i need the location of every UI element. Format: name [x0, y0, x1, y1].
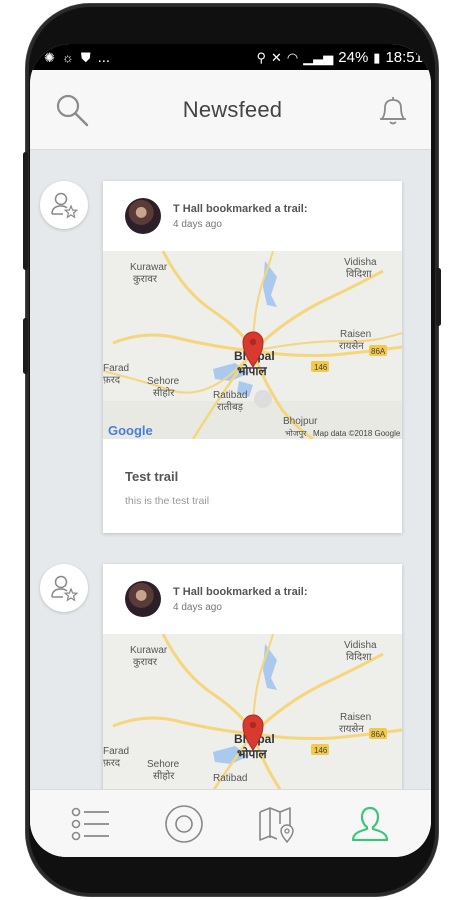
activity-text: T Hall bookmarked a trail:: [173, 202, 308, 215]
trail-map[interactable]: 146 86A Kurawar कुरावर Vidisha विदिशा Ra…: [103, 251, 402, 439]
card-header: T Hall bookmarked a trail: 4 days ago: [103, 564, 402, 634]
status-more: ...: [97, 48, 111, 66]
status-bar: ✺ ☼ ⛊ ... ⚲ ✕ ◠ ▁▃▅ 24% ▮ 18:51: [30, 44, 431, 70]
map-label-146: 146: [314, 746, 328, 755]
map-label-sehore-hi: सीहोर: [153, 770, 175, 782]
page-title: Newsfeed: [182, 96, 283, 122]
user-star-icon: [51, 575, 79, 602]
user-star-icon: [51, 192, 79, 219]
map-label-kurawar: Kurawar: [130, 262, 168, 273]
battery-icon: ▮: [373, 49, 381, 65]
phone-screen: ✺ ☼ ⛊ ... ⚲ ✕ ◠ ▁▃▅ 24% ▮ 18:51 Newsfeed: [30, 44, 431, 857]
map-label-sehore: Sehore: [147, 759, 180, 770]
map-label-raisen-hi: रायसेन: [339, 340, 364, 352]
map-label-farad-hi: फ़रद: [103, 758, 121, 769]
nav-map-button[interactable]: [249, 796, 305, 852]
map-label-vidisha: Vidisha: [344, 257, 377, 268]
map-label-ratibad: Ratibad: [213, 390, 247, 401]
activity-time: 4 days ago: [173, 601, 222, 613]
nav-record-button[interactable]: [156, 796, 212, 852]
profile-icon: [352, 806, 389, 841]
bottom-navigation: [30, 789, 431, 857]
card-body: Test trail this is the test trail: [103, 439, 402, 533]
avatar[interactable]: [125, 581, 161, 617]
map-label-sehore-hi: सीहोर: [153, 387, 175, 399]
settings-icon: ✺: [44, 49, 55, 65]
activity-type-badge: [40, 181, 88, 229]
map-label-ratibad-hi: रातीबड़: [217, 401, 244, 413]
map-label-bhojpur: Bhojpur: [283, 416, 318, 427]
feed-card[interactable]: T Hall bookmarked a trail: 4 days ago 14…: [103, 181, 402, 533]
map-label-kurawar-hi: कुरावर: [133, 274, 158, 285]
map-label-raisen: Raisen: [340, 712, 371, 723]
notifications-button[interactable]: [373, 90, 413, 130]
trail-description: this is the test trail: [125, 495, 210, 507]
phone-bixby-button: [23, 318, 28, 374]
nav-list-button[interactable]: [63, 796, 119, 852]
map-pin-icon: [259, 806, 294, 843]
map-label-farad: Farad: [103, 363, 129, 374]
feed-card[interactable]: T Hall bookmarked a trail: 4 days ago 14…: [103, 564, 402, 789]
map-label-vidisha-hi: विदिशा: [346, 651, 372, 663]
battery-level: 24%: [338, 48, 369, 66]
wifi-icon: ◠: [286, 49, 299, 65]
map-label-vidisha: Vidisha: [344, 640, 377, 651]
phone-power-button: [436, 268, 441, 326]
map-label-farad: Farad: [103, 746, 129, 757]
map-label-farad-hi: फ़रद: [103, 375, 121, 386]
phone-volume-button: [23, 152, 28, 270]
trail-name[interactable]: Test trail: [125, 469, 380, 484]
search-button[interactable]: [52, 90, 92, 130]
map-label-raisen: Raisen: [340, 329, 371, 340]
shield-icon: ⛊: [80, 49, 91, 65]
search-icon: [56, 94, 89, 126]
map-label-ratibad: Ratibad: [213, 773, 247, 784]
activity-type-badge: [40, 564, 88, 612]
map-label-86a: 86A: [371, 347, 386, 356]
activity-time: 4 days ago: [173, 218, 222, 230]
map-label-kurawar: Kurawar: [130, 645, 168, 656]
target-icon: [165, 804, 203, 843]
map-label-vidisha-hi: विदिशा: [346, 268, 372, 280]
map-label-146: 146: [314, 363, 328, 372]
nav-profile-button[interactable]: [342, 796, 398, 852]
map-label-raisen-hi: रायसेन: [339, 723, 364, 735]
app-header: Newsfeed: [30, 70, 431, 150]
google-logo: Google: [108, 423, 153, 438]
map-label-bhojpur-hi: भोजपुर: [285, 428, 307, 439]
activity-text: T Hall bookmarked a trail:: [173, 585, 308, 598]
bell-icon: [380, 96, 406, 124]
list-icon: [71, 807, 109, 840]
newsfeed-list[interactable]: T Hall bookmarked a trail: 4 days ago 14…: [30, 151, 431, 789]
mute-icon: ✕: [271, 49, 282, 65]
map-label-86a: 86A: [371, 730, 386, 739]
signal-icon: ▁▃▅: [303, 49, 334, 65]
card-header: T Hall bookmarked a trail: 4 days ago: [103, 181, 402, 251]
avatar[interactable]: [125, 198, 161, 234]
status-time: 18:51: [385, 48, 423, 66]
sync-icon: ☼: [61, 49, 74, 65]
map-label-sehore: Sehore: [147, 376, 180, 387]
map-label-kurawar-hi: कुरावर: [133, 657, 158, 668]
trail-map[interactable]: 146 86A Kurawar कुरावर Vidisha विदिशा Ra…: [103, 634, 402, 789]
map-attribution: Map data ©2018 Google: [313, 429, 401, 438]
location-icon: ⚲: [256, 49, 267, 65]
